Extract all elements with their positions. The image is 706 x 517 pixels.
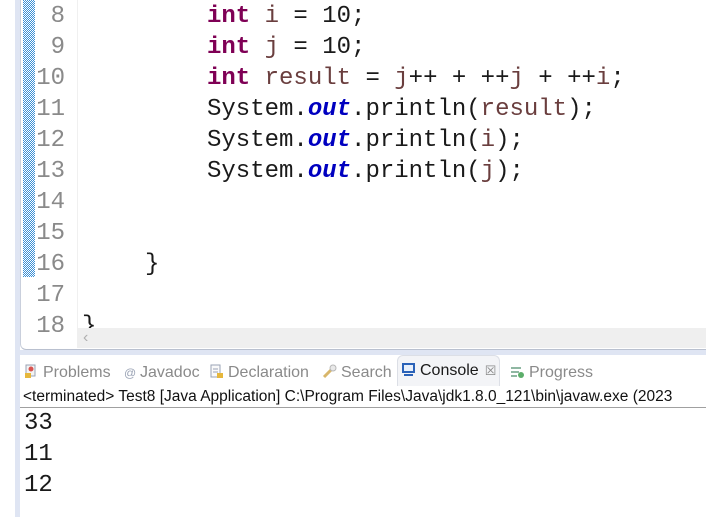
code-text: System.out.println(result); xyxy=(207,94,596,125)
tab-label: Search xyxy=(341,364,392,381)
tab-progress[interactable]: Progress xyxy=(510,360,593,386)
code-token: } xyxy=(145,251,160,278)
keyword-token: int xyxy=(207,65,251,92)
variable-token: result xyxy=(264,65,352,92)
tab-javadoc[interactable]: @ Javadoc xyxy=(124,360,200,386)
variable-token: j xyxy=(509,65,524,92)
line-number: 10 xyxy=(36,65,65,92)
console-icon xyxy=(401,358,416,376)
code-line[interactable]: 10 int result = j++ + ++j + ++i; xyxy=(21,63,706,94)
variable-token: j xyxy=(480,158,496,185)
code-token: = 10; xyxy=(279,34,366,61)
panel-tab-bar: Problems @ Javadoc Declaration Search Con… xyxy=(20,355,706,386)
variable-token: i xyxy=(595,65,611,92)
tab-label: Console xyxy=(420,362,479,379)
line-number: 17 xyxy=(36,282,65,309)
console-panel: Problems @ Javadoc Declaration Search Con… xyxy=(20,355,706,517)
code-token: ; xyxy=(610,65,625,92)
code-token: .println( xyxy=(351,158,481,185)
field-token: out xyxy=(307,158,352,185)
code-editor[interactable]: 8 int i = 10; 9 int j = 10; 10 int result = j… xyxy=(20,0,706,350)
code-line[interactable]: 14 xyxy=(21,187,706,218)
code-text: System.out.println(i); xyxy=(207,125,524,156)
code-token: System. xyxy=(207,158,308,185)
line-number: 16 xyxy=(36,251,65,278)
field-token: out xyxy=(307,127,352,154)
progress-icon xyxy=(510,362,525,378)
line-number: 8 xyxy=(50,3,65,30)
search-icon xyxy=(322,362,337,379)
tab-declaration[interactable]: Declaration xyxy=(209,360,309,386)
code-line[interactable]: 11 System.out.println(result); xyxy=(21,94,706,125)
declaration-icon xyxy=(209,362,224,378)
tab-label: Declaration xyxy=(228,364,309,381)
tab-problems[interactable]: Problems xyxy=(24,360,111,386)
code-line[interactable]: 13 System.out.println(j); xyxy=(21,156,706,187)
tab-label: Problems xyxy=(43,364,111,381)
line-number: 11 xyxy=(36,96,65,123)
keyword-token: int xyxy=(207,3,251,30)
code-token: System. xyxy=(207,127,308,154)
field-token: out xyxy=(307,96,352,123)
problems-icon xyxy=(24,362,39,378)
variable-token: i xyxy=(264,3,280,30)
variable-token: result xyxy=(480,96,568,123)
variable-token: j xyxy=(264,34,280,61)
code-text: int j = 10; xyxy=(207,32,365,63)
keyword-token: int xyxy=(207,34,251,61)
javadoc-icon: @ xyxy=(124,366,137,380)
code-line[interactable]: 9 int j = 10; xyxy=(21,32,706,63)
console-output-line: 12 xyxy=(24,472,53,499)
code-token: .println( xyxy=(351,127,481,154)
code-text: int i = 10; xyxy=(207,1,365,32)
code-token: ); xyxy=(495,127,524,154)
line-number: 18 xyxy=(36,313,65,340)
code-text: System.out.println(j); xyxy=(207,156,524,187)
horizontal-scrollbar[interactable]: ‹ xyxy=(77,328,706,348)
line-number: 9 xyxy=(50,34,65,61)
code-token: = 10; xyxy=(279,3,366,30)
line-number: 12 xyxy=(36,127,65,154)
code-token: ); xyxy=(495,158,524,185)
console-output-line: 33 xyxy=(24,410,53,437)
line-number: 13 xyxy=(36,158,65,185)
code-token: ); xyxy=(567,96,596,123)
code-token: ++ + ++ xyxy=(408,65,510,92)
code-token: = xyxy=(351,65,395,92)
tab-console[interactable]: Console ☒ xyxy=(397,355,501,386)
code-token: .println( xyxy=(351,96,481,123)
code-line[interactable]: 15 xyxy=(21,218,706,249)
code-text: } xyxy=(145,249,159,280)
code-line[interactable]: 16} xyxy=(21,249,706,280)
close-icon[interactable]: ☒ xyxy=(485,363,497,378)
code-line[interactable]: 12 System.out.println(i); xyxy=(21,125,706,156)
tab-search[interactable]: Search xyxy=(322,360,392,386)
tab-label: Progress xyxy=(529,364,594,381)
console-status-line: <terminated> Test8 [Java Application] C:… xyxy=(20,386,706,408)
line-number: 14 xyxy=(36,189,65,216)
scroll-left-arrow-icon[interactable]: ‹ xyxy=(83,328,88,348)
code-line[interactable]: 8 int i = 10; xyxy=(21,1,706,32)
line-number: 15 xyxy=(36,220,65,247)
code-line[interactable]: 17 xyxy=(21,280,706,311)
tab-label: Javadoc xyxy=(140,364,200,381)
code-token: + ++ xyxy=(523,65,596,92)
variable-token: i xyxy=(480,127,496,154)
console-output-line: 11 xyxy=(24,441,53,468)
variable-token: j xyxy=(394,65,409,92)
code-text: int result = j++ + ++j + ++i; xyxy=(207,63,625,94)
code-token: System. xyxy=(207,96,308,123)
